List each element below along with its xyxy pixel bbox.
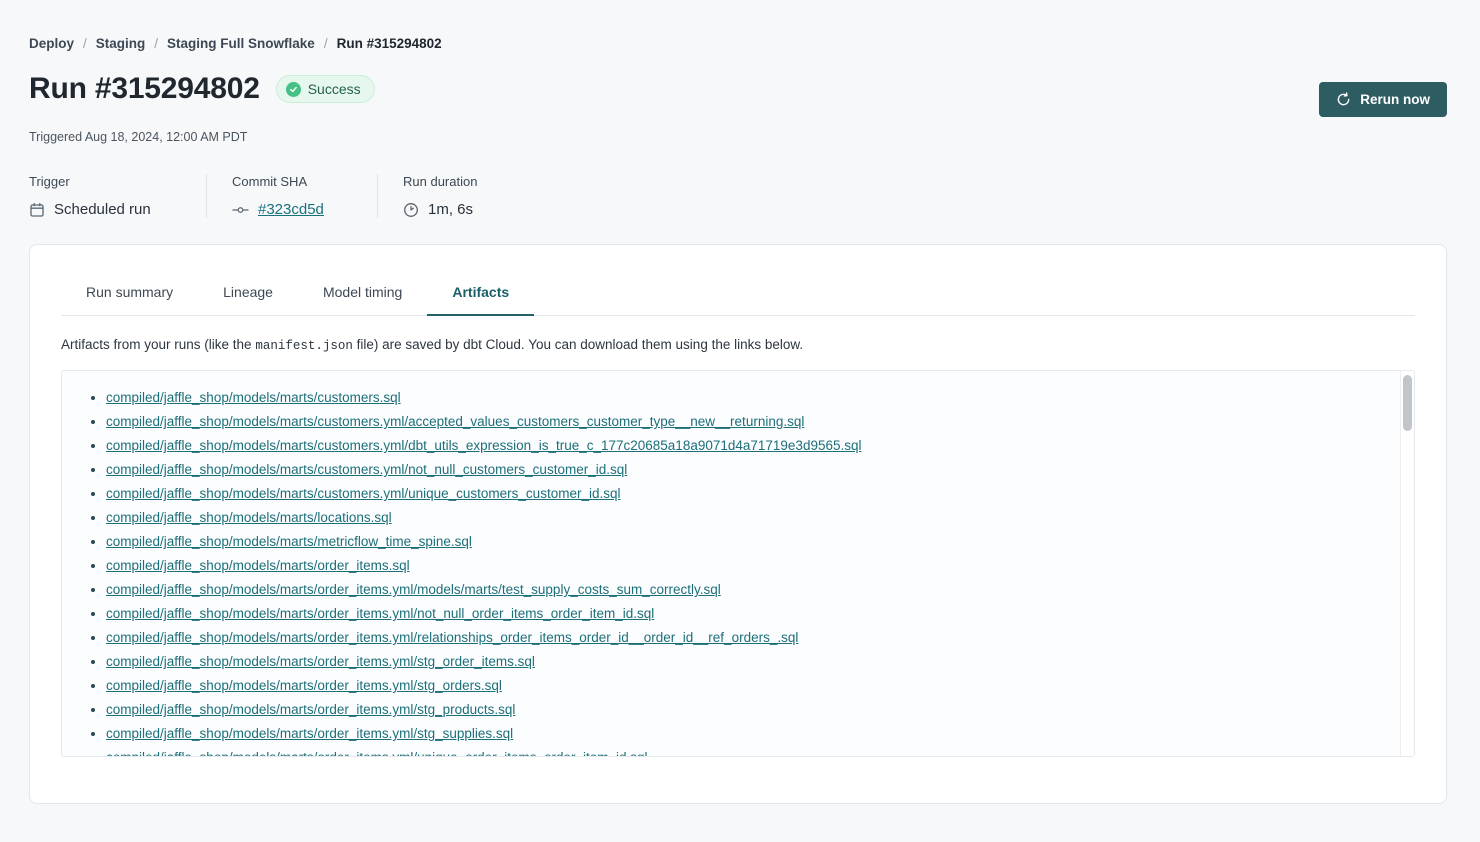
artifact-list-item: compiled/jaffle_shop/models/marts/metric…	[106, 530, 1414, 554]
calendar-icon	[29, 202, 45, 218]
meta-trigger: Trigger Scheduled run	[29, 174, 181, 218]
meta-commit: Commit SHA #323cd5d	[232, 174, 352, 218]
tab-model-timing[interactable]: Model timing	[298, 271, 427, 316]
breadcrumb-staging[interactable]: Staging	[96, 36, 146, 51]
tab-run-summary[interactable]: Run summary	[61, 271, 198, 316]
artifact-file-link[interactable]: compiled/jaffle_shop/models/marts/order_…	[106, 750, 648, 757]
artifact-list-item: compiled/jaffle_shop/models/marts/custom…	[106, 434, 1414, 458]
artifact-list-item: compiled/jaffle_shop/models/marts/order_…	[106, 674, 1414, 698]
breadcrumb: Deploy / Staging / Staging Full Snowflak…	[29, 0, 1447, 51]
run-detail-page: Deploy / Staging / Staging Full Snowflak…	[0, 0, 1480, 804]
refresh-icon	[1336, 92, 1351, 107]
breadcrumb-job[interactable]: Staging Full Snowflake	[167, 36, 315, 51]
artifact-list-item: compiled/jaffle_shop/models/marts/order_…	[106, 722, 1414, 746]
rerun-now-label: Rerun now	[1360, 92, 1430, 107]
artifact-file-link[interactable]: compiled/jaffle_shop/models/marts/custom…	[106, 462, 627, 477]
tab-lineage[interactable]: Lineage	[198, 271, 298, 316]
breadcrumb-separator: /	[324, 36, 328, 51]
artifact-file-link[interactable]: compiled/jaffle_shop/models/marts/order_…	[106, 678, 502, 693]
artifacts-description: Artifacts from your runs (like the manif…	[61, 337, 1415, 353]
tab-artifacts[interactable]: Artifacts	[427, 271, 534, 316]
breadcrumb-current-run: Run #315294802	[337, 36, 442, 51]
artifact-file-link[interactable]: compiled/jaffle_shop/models/marts/order_…	[106, 654, 535, 669]
meta-trigger-label: Trigger	[29, 174, 181, 189]
artifact-file-link[interactable]: compiled/jaffle_shop/models/marts/order_…	[106, 726, 513, 741]
tab-bar: Run summary Lineage Model timing Artifac…	[61, 271, 1415, 316]
artifacts-list-box: compiled/jaffle_shop/models/marts/custom…	[61, 370, 1415, 757]
artifact-file-link[interactable]: compiled/jaffle_shop/models/marts/custom…	[106, 390, 401, 405]
artifact-file-link[interactable]: compiled/jaffle_shop/models/marts/order_…	[106, 702, 515, 717]
artifact-list-item: compiled/jaffle_shop/models/marts/custom…	[106, 410, 1414, 434]
breadcrumb-separator: /	[83, 36, 87, 51]
artifact-list-item: compiled/jaffle_shop/models/marts/order_…	[106, 650, 1414, 674]
rerun-now-button[interactable]: Rerun now	[1319, 82, 1447, 117]
artifact-file-link[interactable]: compiled/jaffle_shop/models/marts/custom…	[106, 486, 620, 501]
page-title: Run #315294802	[29, 72, 260, 106]
artifact-list-item: compiled/jaffle_shop/models/marts/order_…	[106, 698, 1414, 722]
artifact-list-item: compiled/jaffle_shop/models/marts/order_…	[106, 554, 1414, 578]
artifacts-description-prefix: Artifacts from your runs (like the	[61, 337, 255, 352]
artifact-list-item: compiled/jaffle_shop/models/marts/custom…	[106, 386, 1414, 410]
artifact-file-link[interactable]: compiled/jaffle_shop/models/marts/order_…	[106, 558, 410, 573]
artifact-list-item: compiled/jaffle_shop/models/marts/order_…	[106, 578, 1414, 602]
artifact-list-item: compiled/jaffle_shop/models/marts/custom…	[106, 482, 1414, 506]
artifact-list-item: compiled/jaffle_shop/models/marts/order_…	[106, 626, 1414, 650]
artifact-file-link[interactable]: compiled/jaffle_shop/models/marts/order_…	[106, 606, 654, 621]
run-detail-card: Run summary Lineage Model timing Artifac…	[29, 244, 1447, 804]
artifact-list-item: compiled/jaffle_shop/models/marts/locati…	[106, 506, 1414, 530]
artifacts-list: compiled/jaffle_shop/models/marts/custom…	[62, 386, 1414, 757]
scrollbar-track[interactable]	[1400, 371, 1414, 756]
breadcrumb-deploy[interactable]: Deploy	[29, 36, 74, 51]
meta-duration-label: Run duration	[403, 174, 477, 189]
success-check-icon	[286, 82, 301, 97]
meta-duration-value: 1m, 6s	[428, 201, 473, 218]
run-meta-row: Trigger Scheduled run Commit SHA	[29, 174, 1447, 218]
artifact-file-link[interactable]: compiled/jaffle_shop/models/marts/metric…	[106, 534, 472, 549]
commit-sha-link[interactable]: #323cd5d	[258, 201, 324, 218]
artifact-list-item: compiled/jaffle_shop/models/marts/custom…	[106, 458, 1414, 482]
artifact-file-link[interactable]: compiled/jaffle_shop/models/marts/order_…	[106, 630, 798, 645]
artifact-file-link[interactable]: compiled/jaffle_shop/models/marts/custom…	[106, 438, 862, 453]
meta-commit-label: Commit SHA	[232, 174, 352, 189]
artifact-file-link[interactable]: compiled/jaffle_shop/models/marts/custom…	[106, 414, 804, 429]
breadcrumb-separator: /	[154, 36, 158, 51]
triggered-timestamp: Triggered Aug 18, 2024, 12:00 AM PDT	[29, 130, 1447, 144]
artifact-file-link[interactable]: compiled/jaffle_shop/models/marts/order_…	[106, 582, 721, 597]
meta-divider	[206, 174, 207, 218]
artifact-list-item: compiled/jaffle_shop/models/marts/order_…	[106, 602, 1414, 626]
status-badge-label: Success	[308, 81, 361, 97]
artifacts-description-suffix: file) are saved by dbt Cloud. You can do…	[353, 337, 803, 352]
git-commit-icon	[232, 204, 249, 216]
meta-divider	[377, 174, 378, 218]
artifact-file-link[interactable]: compiled/jaffle_shop/models/marts/locati…	[106, 510, 392, 525]
meta-trigger-value: Scheduled run	[54, 201, 151, 218]
scrollbar-thumb[interactable]	[1403, 375, 1412, 431]
page-header: Run #315294802 Success Rerun now	[29, 72, 1447, 117]
meta-duration: Run duration 1m, 6s	[403, 174, 477, 218]
status-badge: Success	[276, 75, 375, 103]
artifact-list-item: compiled/jaffle_shop/models/marts/order_…	[106, 746, 1414, 757]
manifest-json-code: manifest.json	[255, 339, 353, 353]
clock-icon	[403, 202, 419, 218]
